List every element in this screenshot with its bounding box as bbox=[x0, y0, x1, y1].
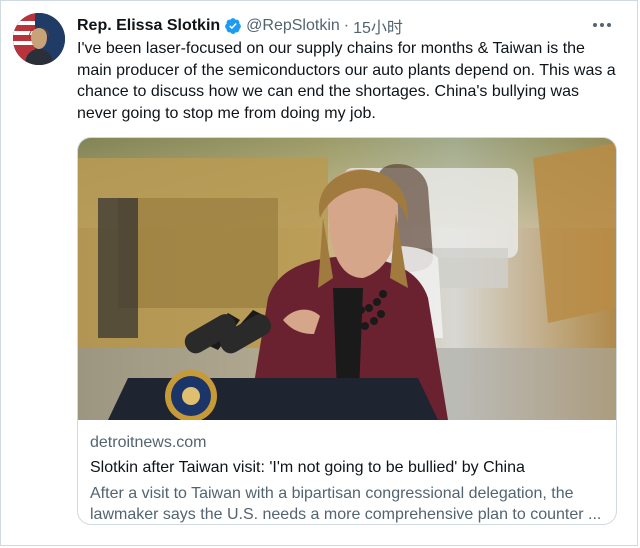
tweet-text: I've been laser-focused on our supply ch… bbox=[77, 40, 616, 122]
card-description: After a visit to Taiwan with a bipartisa… bbox=[90, 485, 602, 523]
avatar[interactable] bbox=[13, 13, 65, 65]
card-image bbox=[78, 138, 616, 420]
tweet-card[interactable]: Rep. Elissa Slotkin @RepSlotkin · 15小时 I… bbox=[0, 0, 638, 546]
link-preview-card[interactable]: detroitnews.com Slotkin after Taiwan vis… bbox=[77, 137, 617, 525]
user-handle[interactable]: @RepSlotkin bbox=[246, 17, 340, 35]
timestamp[interactable]: 15小时 bbox=[353, 14, 403, 38]
card-title[interactable]: Slotkin after Taiwan visit: 'I'm not goi… bbox=[90, 459, 525, 477]
verified-badge-icon bbox=[224, 17, 242, 35]
more-horizontal-icon[interactable] bbox=[589, 15, 615, 35]
card-domain: detroitnews.com bbox=[90, 434, 207, 451]
tweet-header: Rep. Elissa Slotkin @RepSlotkin · 15小时 bbox=[77, 15, 617, 37]
separator-dot: · bbox=[343, 17, 350, 34]
display-name[interactable]: Rep. Elissa Slotkin bbox=[77, 17, 220, 35]
